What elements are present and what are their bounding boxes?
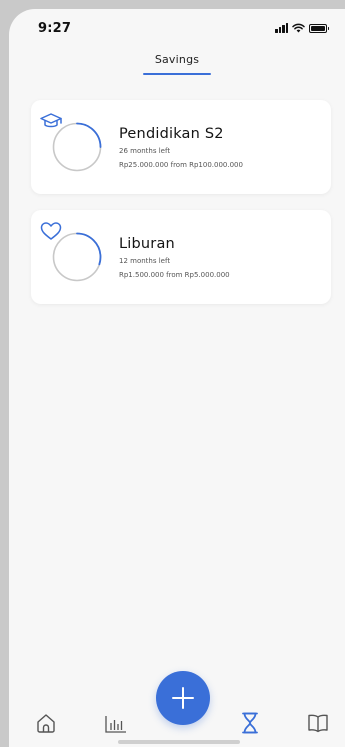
nav-stats[interactable] bbox=[102, 709, 130, 737]
chart-icon bbox=[105, 716, 126, 733]
graduation-cap-icon bbox=[40, 113, 62, 128]
signal-icon bbox=[275, 23, 288, 33]
savings-card-pendidikan[interactable]: Pendidikan S2 26 months left Rp25.000.00… bbox=[31, 100, 331, 194]
home-icon bbox=[37, 714, 55, 733]
progress-ring bbox=[40, 113, 103, 173]
savings-card-liburan[interactable]: Liburan 12 months left Rp1.500.000 from … bbox=[31, 210, 331, 304]
savings-amount: Rp1.500.000 from Rp5.000.000 bbox=[119, 270, 230, 279]
progress-ring bbox=[40, 222, 103, 283]
nav-home[interactable] bbox=[32, 709, 60, 737]
savings-title: Pendidikan S2 bbox=[119, 125, 224, 142]
status-icons bbox=[275, 23, 329, 33]
add-icon bbox=[172, 687, 194, 709]
battery-icon bbox=[309, 23, 329, 33]
phone-screen: 9:27 Savings Pendidikan S2 26 months lef… bbox=[9, 9, 345, 747]
nav-savings[interactable] bbox=[236, 709, 264, 737]
add-savings-button[interactable] bbox=[156, 671, 210, 725]
card-text: Liburan 12 months left Rp1.500.000 from … bbox=[119, 236, 230, 279]
title-underline bbox=[143, 73, 211, 75]
book-icon bbox=[308, 714, 328, 733]
savings-amount: Rp25.000.000 from Rp100.000.000 bbox=[119, 160, 243, 169]
wifi-icon bbox=[292, 23, 305, 33]
savings-title: Liburan bbox=[119, 235, 175, 252]
status-bar: 9:27 bbox=[9, 9, 345, 49]
nav-book[interactable] bbox=[304, 709, 332, 737]
status-time: 9:27 bbox=[38, 21, 72, 36]
card-text: Pendidikan S2 26 months left Rp25.000.00… bbox=[119, 126, 243, 169]
hourglass-icon bbox=[242, 712, 258, 734]
page-title: Savings bbox=[154, 53, 200, 66]
months-left: 12 months left bbox=[119, 256, 171, 265]
months-left: 26 months left bbox=[119, 146, 171, 155]
heart-icon bbox=[40, 222, 62, 240]
bottom-nav bbox=[9, 667, 345, 747]
home-indicator bbox=[118, 740, 240, 744]
header: Savings bbox=[9, 53, 345, 75]
